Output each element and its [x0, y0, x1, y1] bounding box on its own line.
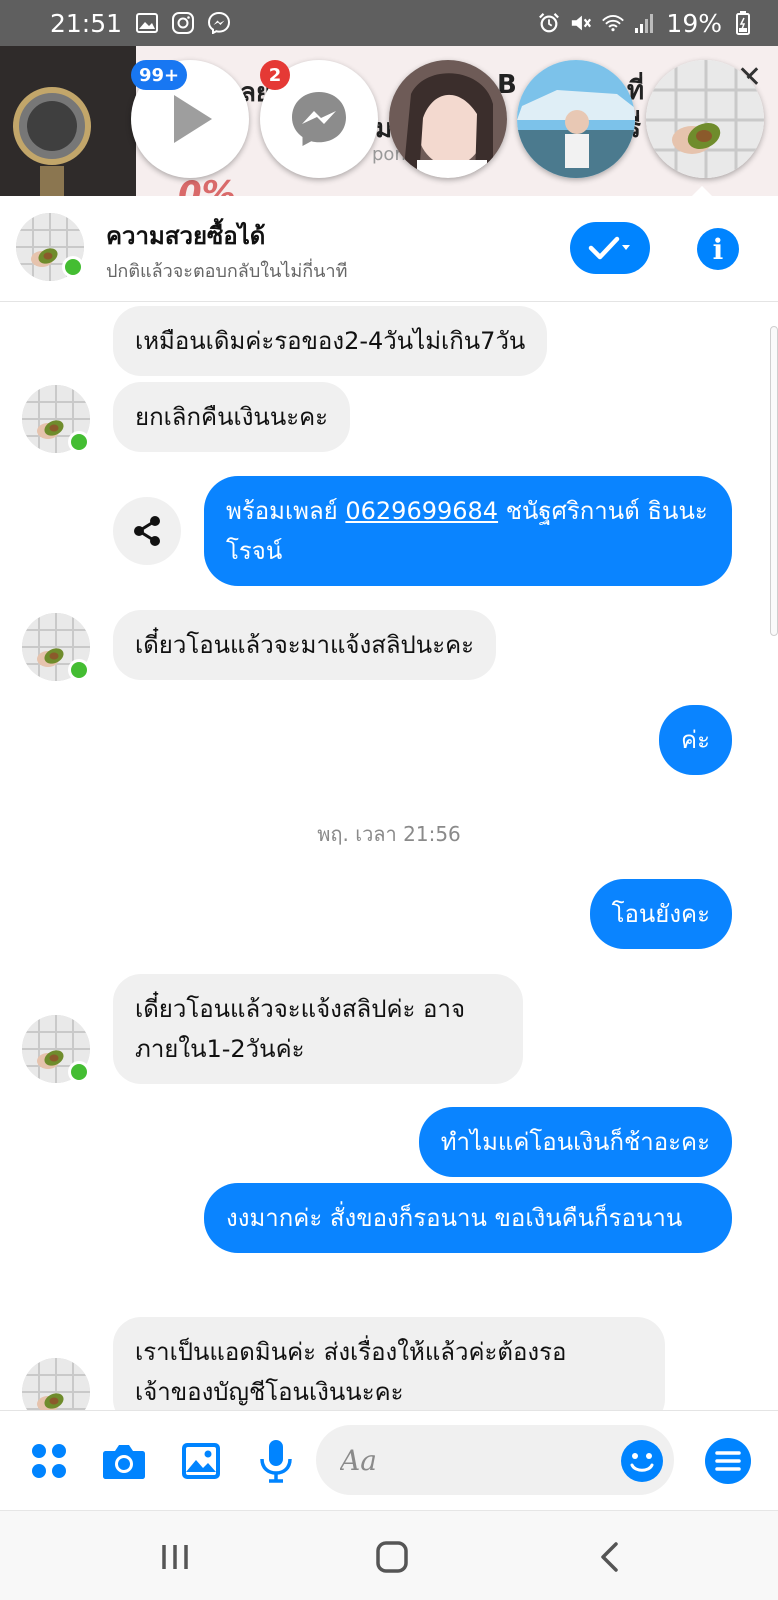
- watch-ad-image: [0, 46, 136, 196]
- alarm-icon: [538, 12, 560, 34]
- gallery-icon: [182, 1443, 220, 1479]
- chat-header: ความสวยซื้อได้ ปกติแล้วจะตอบกลับในไม่กี่…: [0, 196, 778, 302]
- contact-head-3[interactable]: [646, 60, 764, 178]
- menu-button[interactable]: [705, 1438, 751, 1484]
- share-button[interactable]: [113, 497, 181, 565]
- online-indicator: [62, 256, 84, 278]
- online-indicator: [68, 659, 90, 681]
- avatar: [517, 60, 635, 178]
- info-icon: i: [712, 232, 724, 266]
- recent-apps-icon: [162, 1545, 188, 1569]
- recent-apps-button[interactable]: [153, 1537, 197, 1577]
- status-time: 21:51: [50, 8, 123, 38]
- gallery-button[interactable]: [178, 1438, 224, 1484]
- checkmark-dropdown-icon: [588, 236, 630, 260]
- message-text: งงมากค่ะ สั่งของก็รอนาน ขอเงินคืนก็รอนาน: [226, 1204, 683, 1232]
- info-button[interactable]: i: [697, 228, 739, 270]
- incoming-message[interactable]: เดี๋ยวโอนแล้วจะมาแจ้งสลิปนะคะ: [113, 610, 497, 680]
- message-text: โอนยังคะ: [611, 900, 710, 928]
- avatar: [389, 60, 507, 178]
- play-icon: [174, 95, 212, 143]
- instagram-icon: [172, 12, 195, 34]
- status-bar: 21:51 19%: [0, 0, 778, 46]
- mute-icon: [570, 12, 592, 34]
- outgoing-message[interactable]: ค่ะ: [659, 705, 732, 775]
- message-text: เดี๋ยวโอนแล้วจะมาแจ้งสลิปนะคะ: [135, 631, 475, 659]
- messenger-icon: [292, 92, 346, 146]
- battery-icon: [732, 11, 754, 35]
- back-button[interactable]: [587, 1537, 631, 1577]
- messenger-icon: [208, 12, 231, 34]
- online-indicator: [68, 1061, 90, 1083]
- apps-icon: [32, 1444, 66, 1478]
- incoming-message[interactable]: เดี๋ยวโอนแล้วจะแจ้งสลิปค่ะ อาจภายใน1-2วั…: [113, 974, 523, 1084]
- incoming-message[interactable]: ยกเลิกคืนเงินนะคะ: [113, 382, 351, 452]
- message-text: เราเป็นแอดมินค่ะ ส่งเรื่องให้แล้วค่ะต้อง…: [135, 1338, 567, 1406]
- messenger-screen: 21:51 19% ลย B ที่ ม pons 0% ✕ 99+ 2 ควา…: [0, 0, 778, 1600]
- wifi-icon: [602, 12, 625, 34]
- online-indicator: [68, 431, 90, 453]
- camera-button[interactable]: [101, 1438, 147, 1484]
- message-text: ทำไมแค่โอนเงินก็ช้าอะคะ: [440, 1128, 710, 1156]
- battery-percent: 19%: [666, 8, 722, 38]
- voice-button[interactable]: [253, 1438, 299, 1484]
- outgoing-message[interactable]: พร้อมเพลย์ 0629699684 ชนัฐศริกานต์ ธินนะ…: [204, 476, 732, 586]
- share-icon: [134, 516, 160, 546]
- incoming-message[interactable]: เหมือนเดิมค่ะรอของ2-4วันไม่เกิน7วัน: [113, 306, 548, 376]
- contact-head-1[interactable]: [389, 60, 507, 178]
- message-text: พร้อมเพลย์: [226, 497, 346, 525]
- avatar: [646, 60, 764, 178]
- microphone-icon: [260, 1440, 292, 1483]
- outgoing-message[interactable]: โอนยังคะ: [589, 879, 732, 949]
- mark-done-button[interactable]: [570, 222, 650, 274]
- apps-button[interactable]: [26, 1438, 72, 1484]
- camera-icon: [103, 1445, 145, 1479]
- response-time-subtitle: ปกติแล้วจะตอบกลับในไม่กี่นาที: [106, 261, 348, 282]
- signal-icon: [634, 12, 656, 34]
- outgoing-message[interactable]: ทำไมแค่โอนเงินก็ช้าอะคะ: [418, 1107, 732, 1177]
- emoji-button[interactable]: [621, 1440, 663, 1482]
- back-icon: [601, 1542, 618, 1572]
- emoji-icon: [630, 1453, 654, 1472]
- notification-badge: 2: [260, 60, 290, 90]
- home-button[interactable]: [370, 1537, 414, 1577]
- home-icon: [376, 1541, 408, 1573]
- page-title: ความสวยซื้อได้: [106, 222, 266, 250]
- message-timestamp: พฤ. เวลา 21:56: [317, 822, 461, 846]
- outgoing-message[interactable]: งงมากค่ะ สั่งของก็รอนาน ขอเงินคืนก็รอนาน: [204, 1183, 732, 1253]
- message-text: เหมือนเดิมค่ะรอของ2-4วันไม่เกิน7วัน: [135, 327, 526, 355]
- message-text: เดี๋ยวโอนแล้วจะแจ้งสลิปค่ะ อาจภายใน1-2วั…: [135, 995, 466, 1063]
- message-text: ค่ะ: [681, 726, 710, 754]
- scrollbar[interactable]: [770, 326, 778, 636]
- menu-icon: [715, 1451, 741, 1471]
- notification-badge: 99+: [131, 60, 188, 90]
- contact-head-2[interactable]: [517, 60, 635, 178]
- phone-number-link[interactable]: 0629699684: [345, 497, 498, 525]
- gallery-icon: [136, 12, 159, 34]
- message-text: ยกเลิกคืนเงินนะคะ: [135, 403, 329, 431]
